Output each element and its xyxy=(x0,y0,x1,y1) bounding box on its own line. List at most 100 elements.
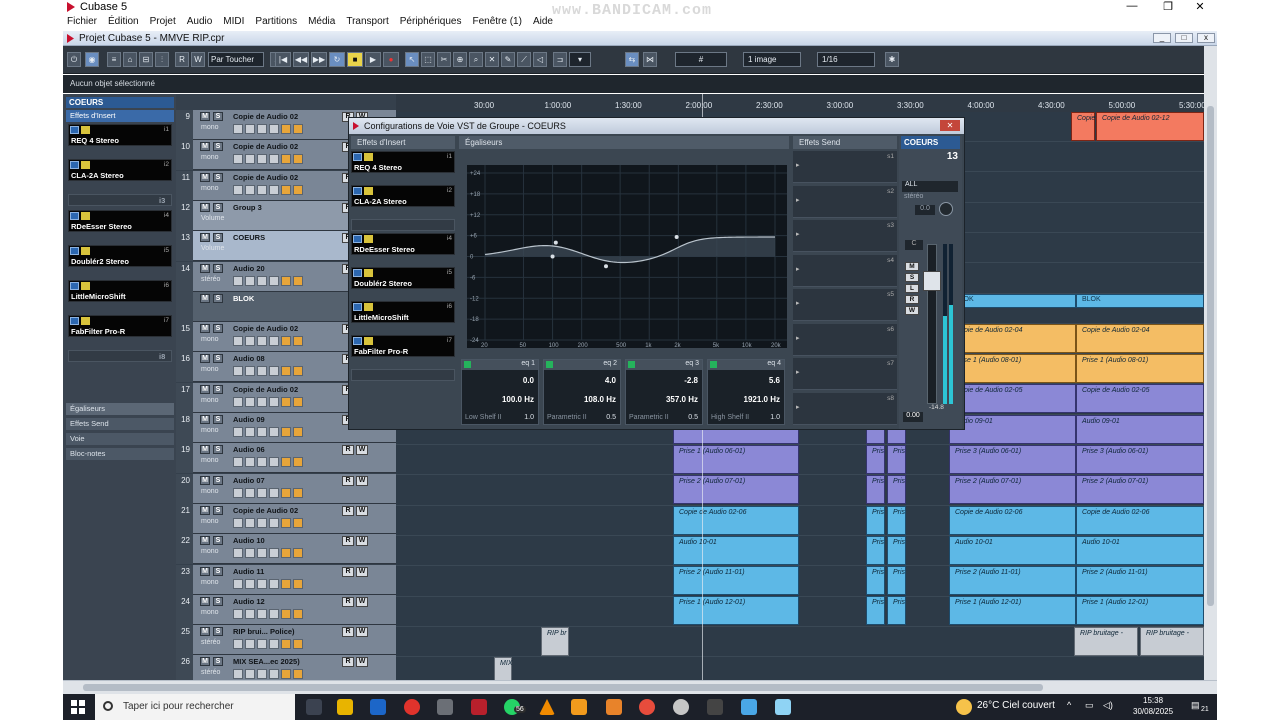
send-arrow-icon[interactable]: ▸ xyxy=(796,196,800,204)
line-tool-icon[interactable]: ⟋ xyxy=(517,52,531,67)
audio-event[interactable]: Copie de Audio 02-05 xyxy=(1076,384,1204,413)
mute-button[interactable]: M xyxy=(200,324,210,334)
solo-button[interactable]: S xyxy=(213,233,223,243)
audio-event[interactable]: Prise 2 (Audio 07-01) xyxy=(673,475,799,504)
power-icon[interactable] xyxy=(70,317,79,325)
track-control-icon[interactable] xyxy=(245,124,255,134)
go-to-start-icon[interactable]: |◀ xyxy=(275,52,291,67)
activate-project-button[interactable]: ⏻ xyxy=(67,52,81,67)
read-button[interactable]: R xyxy=(342,536,354,547)
menu-item[interactable]: Édition xyxy=(108,15,144,30)
audio-event[interactable]: Copie de Audio 02-06 xyxy=(949,506,1076,535)
cycle-icon[interactable]: ↻ xyxy=(329,52,345,67)
track-control-icon[interactable] xyxy=(281,336,291,347)
notifications-icon[interactable]: ▤ xyxy=(1191,700,1200,711)
track-control-icon[interactable] xyxy=(269,396,279,407)
weather-icon[interactable] xyxy=(956,699,972,715)
track-control-icon[interactable] xyxy=(293,427,303,437)
eq-band-type[interactable]: Parametric II xyxy=(629,414,669,421)
audio-event[interactable]: Audio 09-01 xyxy=(949,415,1076,444)
dialog-insert-slot[interactable]: i2 CLA-2A Stereo xyxy=(351,185,455,207)
track-control-icon[interactable] xyxy=(281,184,291,195)
snap-zero-icon[interactable]: ⋈ xyxy=(643,52,657,67)
eq-band-power-icon[interactable] xyxy=(710,361,717,368)
edit-icon[interactable] xyxy=(81,282,90,290)
solo-button[interactable]: S xyxy=(213,263,223,273)
inspector-section-channel[interactable]: Voie xyxy=(66,433,174,445)
track-control-icon[interactable] xyxy=(281,608,291,619)
mute-button[interactable]: M xyxy=(200,202,210,212)
send-slot[interactable]: s1 ▸ xyxy=(793,151,897,183)
edit-icon[interactable] xyxy=(364,337,373,345)
menu-item[interactable]: Périphériques xyxy=(400,15,467,30)
audio-event[interactable]: RIP bruitage - xyxy=(1074,627,1138,656)
track-control-icon[interactable] xyxy=(233,608,243,619)
track-control-icon[interactable] xyxy=(245,396,255,407)
track-control-icon[interactable] xyxy=(257,608,267,619)
audio-event[interactable]: Copie de Audio 02-06 xyxy=(1076,506,1204,535)
mute-button[interactable]: M xyxy=(200,233,210,243)
track-control-icon[interactable] xyxy=(233,275,243,286)
audio-event[interactable]: Copie de Audio 02-12 xyxy=(1096,112,1204,141)
track-control-icon[interactable] xyxy=(281,457,291,468)
track-control-icon[interactable] xyxy=(281,124,291,134)
audio-event[interactable]: Pris xyxy=(866,506,885,535)
audio-event[interactable]: Prise 1 (Audio 08-01) xyxy=(949,354,1076,383)
track-control-icon[interactable] xyxy=(233,639,243,650)
mute-button[interactable]: M xyxy=(200,657,210,667)
dialog-insert-slot[interactable]: i5 Doublér2 Stereo xyxy=(351,267,455,289)
read-button[interactable]: R xyxy=(342,475,354,486)
project-minimize-icon[interactable]: _ xyxy=(1153,33,1171,43)
track-control-icon[interactable] xyxy=(233,366,243,377)
mute-button[interactable]: M xyxy=(200,596,210,606)
app-icon-3[interactable] xyxy=(639,699,655,715)
audio-event[interactable]: Prise 2 (Audio 07-01) xyxy=(1076,475,1204,504)
write-button[interactable]: W xyxy=(356,596,368,607)
track-control-icon[interactable] xyxy=(281,578,291,589)
eq-band-freq[interactable]: 108.0 Hz xyxy=(584,395,616,404)
eq-band-gain[interactable]: -2.8 xyxy=(684,376,698,385)
menu-item[interactable]: Fichier xyxy=(67,15,102,30)
track-control-icon[interactable] xyxy=(293,669,303,680)
track-control-icon[interactable] xyxy=(245,336,255,347)
volume-icon[interactable]: ◁) xyxy=(1103,700,1113,711)
track-control-icon[interactable] xyxy=(245,608,255,619)
inspector-inserts-header[interactable]: Effets d'Insert xyxy=(66,110,174,122)
mute-button[interactable]: M xyxy=(200,142,210,152)
power-icon[interactable] xyxy=(70,161,79,169)
audio-event[interactable]: BLOK xyxy=(949,294,1076,308)
track-control-icon[interactable] xyxy=(269,578,279,589)
draw-tool-icon[interactable]: ✎ xyxy=(501,52,515,67)
track-control-icon[interactable] xyxy=(269,336,279,347)
track-row[interactable]: 19 M S Audio 06 mono R W xyxy=(176,443,396,474)
edit-icon[interactable] xyxy=(81,317,90,325)
audio-event[interactable]: Pris xyxy=(866,536,885,565)
eq-band-handle[interactable] xyxy=(603,264,608,269)
dialog-titlebar[interactable]: Configurations de Voie VST de Groupe - C… xyxy=(349,118,964,134)
cubase-taskbar-icon[interactable] xyxy=(471,699,487,715)
mute-button[interactable]: M xyxy=(200,566,210,576)
inspector-toggle-button[interactable]: ≡ xyxy=(107,52,121,67)
track-control-icon[interactable] xyxy=(245,487,255,498)
track-control-icon[interactable] xyxy=(269,669,279,680)
track-control-icon[interactable] xyxy=(257,578,267,589)
menu-item[interactable]: Média xyxy=(308,15,340,30)
write-button[interactable]: W xyxy=(356,445,368,456)
vlc-icon[interactable] xyxy=(539,699,555,715)
track-control-icon[interactable] xyxy=(257,154,267,165)
overview-toggle-button[interactable]: ⌂ xyxy=(123,52,137,67)
power-icon[interactable] xyxy=(353,153,362,161)
track-control-icon[interactable] xyxy=(281,548,291,559)
track-control-icon[interactable] xyxy=(257,427,267,437)
mute-button[interactable]: M xyxy=(200,293,210,303)
track-control-icon[interactable] xyxy=(293,275,303,286)
mute-button[interactable]: M xyxy=(200,475,210,485)
audio-event[interactable]: Audio 09-01 xyxy=(1076,415,1204,444)
solo-button[interactable]: S xyxy=(213,596,223,606)
app-icon-4[interactable] xyxy=(673,699,689,715)
insert-slot[interactable]: i2 CLA-2A Stereo xyxy=(68,159,172,181)
eq-band-type[interactable]: High Shelf II xyxy=(711,414,749,421)
track-control-icon[interactable] xyxy=(293,639,303,650)
eq-band-type[interactable]: Parametric II xyxy=(547,414,587,421)
edit-icon[interactable] xyxy=(81,161,90,169)
